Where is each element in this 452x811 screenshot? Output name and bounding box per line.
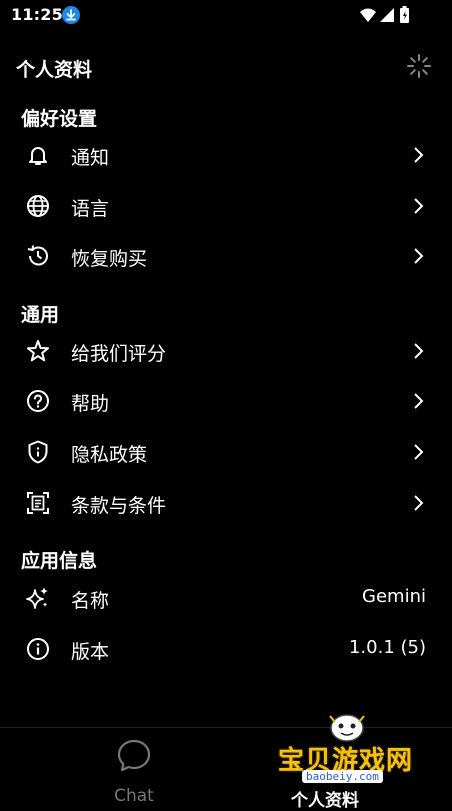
watermark-url: baobeiy.com — [302, 770, 383, 783]
shield-icon — [25, 439, 51, 465]
privacy-policy-label: 隐私政策 — [71, 444, 148, 466]
notifications-row[interactable]: 通知 — [0, 130, 452, 180]
signal-icon — [380, 8, 394, 22]
history-icon — [25, 243, 51, 269]
status-icons — [358, 6, 414, 30]
chat-bubble-icon — [117, 739, 151, 772]
info-icon — [25, 636, 51, 662]
chevron-right-icon — [408, 246, 428, 266]
rate-us-label: 给我们评分 — [71, 343, 167, 365]
nav-chat-label: Chat — [114, 786, 154, 806]
language-label: 语言 — [71, 198, 110, 220]
chevron-right-icon — [408, 391, 428, 411]
status-bar: 11:25 — [0, 0, 452, 32]
app-name-value: Gemini — [362, 586, 426, 607]
help-icon — [25, 388, 51, 414]
app-header: 个人资料 — [0, 45, 452, 89]
battery-icon — [400, 6, 409, 23]
star-icon — [25, 338, 51, 364]
notifications-label: 通知 — [71, 147, 110, 169]
status-time: 11:25 — [11, 5, 63, 24]
wifi-icon — [360, 8, 376, 22]
app-version-value: 1.0.1 (5) — [348, 637, 426, 658]
sparkle-icon — [25, 585, 51, 611]
app-version-label: 版本 — [71, 641, 110, 663]
chevron-right-icon — [408, 493, 428, 513]
app-name-label: 名称 — [71, 590, 110, 612]
language-row[interactable]: 语言 — [0, 181, 452, 231]
rate-us-row[interactable]: 给我们评分 — [0, 326, 452, 376]
section-title-app-info: 应用信息 — [21, 550, 98, 572]
nav-tab-chat[interactable]: Chat — [96, 738, 172, 806]
chevron-right-icon — [408, 196, 428, 216]
help-label: 帮助 — [71, 393, 110, 415]
chevron-right-icon — [408, 442, 428, 462]
privacy-policy-row[interactable]: 隐私政策 — [0, 427, 452, 477]
terms-label: 条款与条件 — [71, 495, 167, 517]
document-scan-icon — [25, 490, 51, 516]
chevron-right-icon — [408, 145, 428, 165]
restore-purchases-row[interactable]: 恢复购买 — [0, 231, 452, 281]
section-title-general: 通用 — [21, 304, 60, 326]
page-title: 个人资料 — [16, 59, 93, 81]
terms-row[interactable]: 条款与条件 — [0, 478, 452, 528]
bell-icon — [25, 142, 51, 168]
chevron-right-icon — [408, 341, 428, 361]
restore-purchases-label: 恢复购买 — [71, 248, 148, 270]
app-version-row: 版本 1.0.1 (5) — [0, 624, 452, 674]
watermark-logo: 宝贝游戏网 baobeiy.com — [270, 710, 430, 800]
app-name-row: 名称 Gemini — [0, 573, 452, 623]
globe-icon — [25, 193, 51, 219]
section-title-preferences: 偏好设置 — [21, 108, 98, 130]
help-row[interactable]: 帮助 — [0, 376, 452, 426]
loading-spinner-icon — [406, 53, 432, 83]
download-icon — [62, 6, 80, 24]
